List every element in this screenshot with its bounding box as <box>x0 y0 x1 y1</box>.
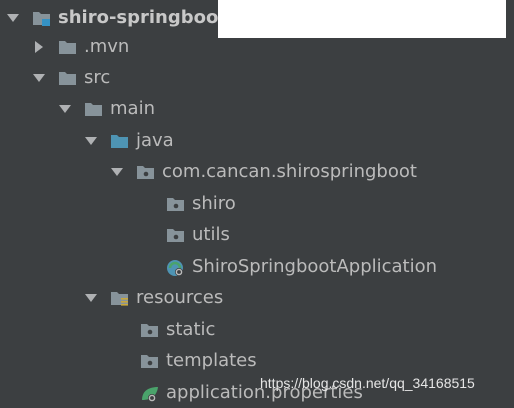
tree-row-src[interactable]: src <box>0 62 514 93</box>
tree-row-shiro[interactable]: shiro <box>0 188 514 219</box>
package-icon <box>140 352 158 370</box>
tree-row-resources[interactable]: resources <box>0 282 514 313</box>
spring-boot-class-icon <box>166 258 184 276</box>
tree-label: utils <box>192 224 230 245</box>
chevron-down-icon[interactable] <box>84 291 98 305</box>
tree-label: templates <box>166 350 257 371</box>
chevron-right-icon[interactable] <box>32 40 46 54</box>
tree-row-package-root[interactable]: com.cancan.shirospringboot <box>0 156 514 187</box>
tree-label: java <box>136 130 174 151</box>
chevron-down-icon[interactable] <box>6 11 20 25</box>
tree-label: resources <box>136 287 224 308</box>
tree-label: .mvn <box>84 36 130 57</box>
tree-row-templates[interactable]: templates <box>0 345 514 376</box>
resources-root-folder-icon <box>110 289 128 307</box>
tree-row-java[interactable]: java <box>0 125 514 156</box>
folder-icon <box>58 69 76 87</box>
package-icon <box>166 226 184 244</box>
package-icon <box>166 195 184 213</box>
chevron-down-icon[interactable] <box>32 71 46 85</box>
chevron-down-icon[interactable] <box>110 165 124 179</box>
redaction-mask <box>218 0 506 38</box>
chevron-down-icon[interactable] <box>84 134 98 148</box>
package-icon <box>136 163 154 181</box>
watermark-text: https://blog.csdn.net/qq_34168515 <box>260 375 475 391</box>
spring-properties-icon <box>140 384 158 402</box>
tree-row-application-class[interactable]: ShiroSpringbootApplication <box>0 251 514 282</box>
folder-icon <box>58 38 76 56</box>
tree-label: shiro-springboot <box>58 7 227 28</box>
tree-row-static[interactable]: static <box>0 314 514 345</box>
tree-label: static <box>166 319 216 340</box>
source-root-folder-icon <box>110 132 128 150</box>
tree-label: src <box>84 67 111 88</box>
tree-row-utils[interactable]: utils <box>0 219 514 250</box>
tree-label: ShiroSpringbootApplication <box>192 256 438 277</box>
tree-label: com.cancan.shirospringboot <box>162 161 417 182</box>
folder-icon <box>84 100 102 118</box>
chevron-down-icon[interactable] <box>58 102 72 116</box>
package-icon <box>140 321 158 339</box>
tree-label: main <box>110 98 155 119</box>
tree-label: shiro <box>192 193 236 214</box>
tree-row-main[interactable]: main <box>0 93 514 124</box>
module-folder-icon <box>32 9 50 27</box>
